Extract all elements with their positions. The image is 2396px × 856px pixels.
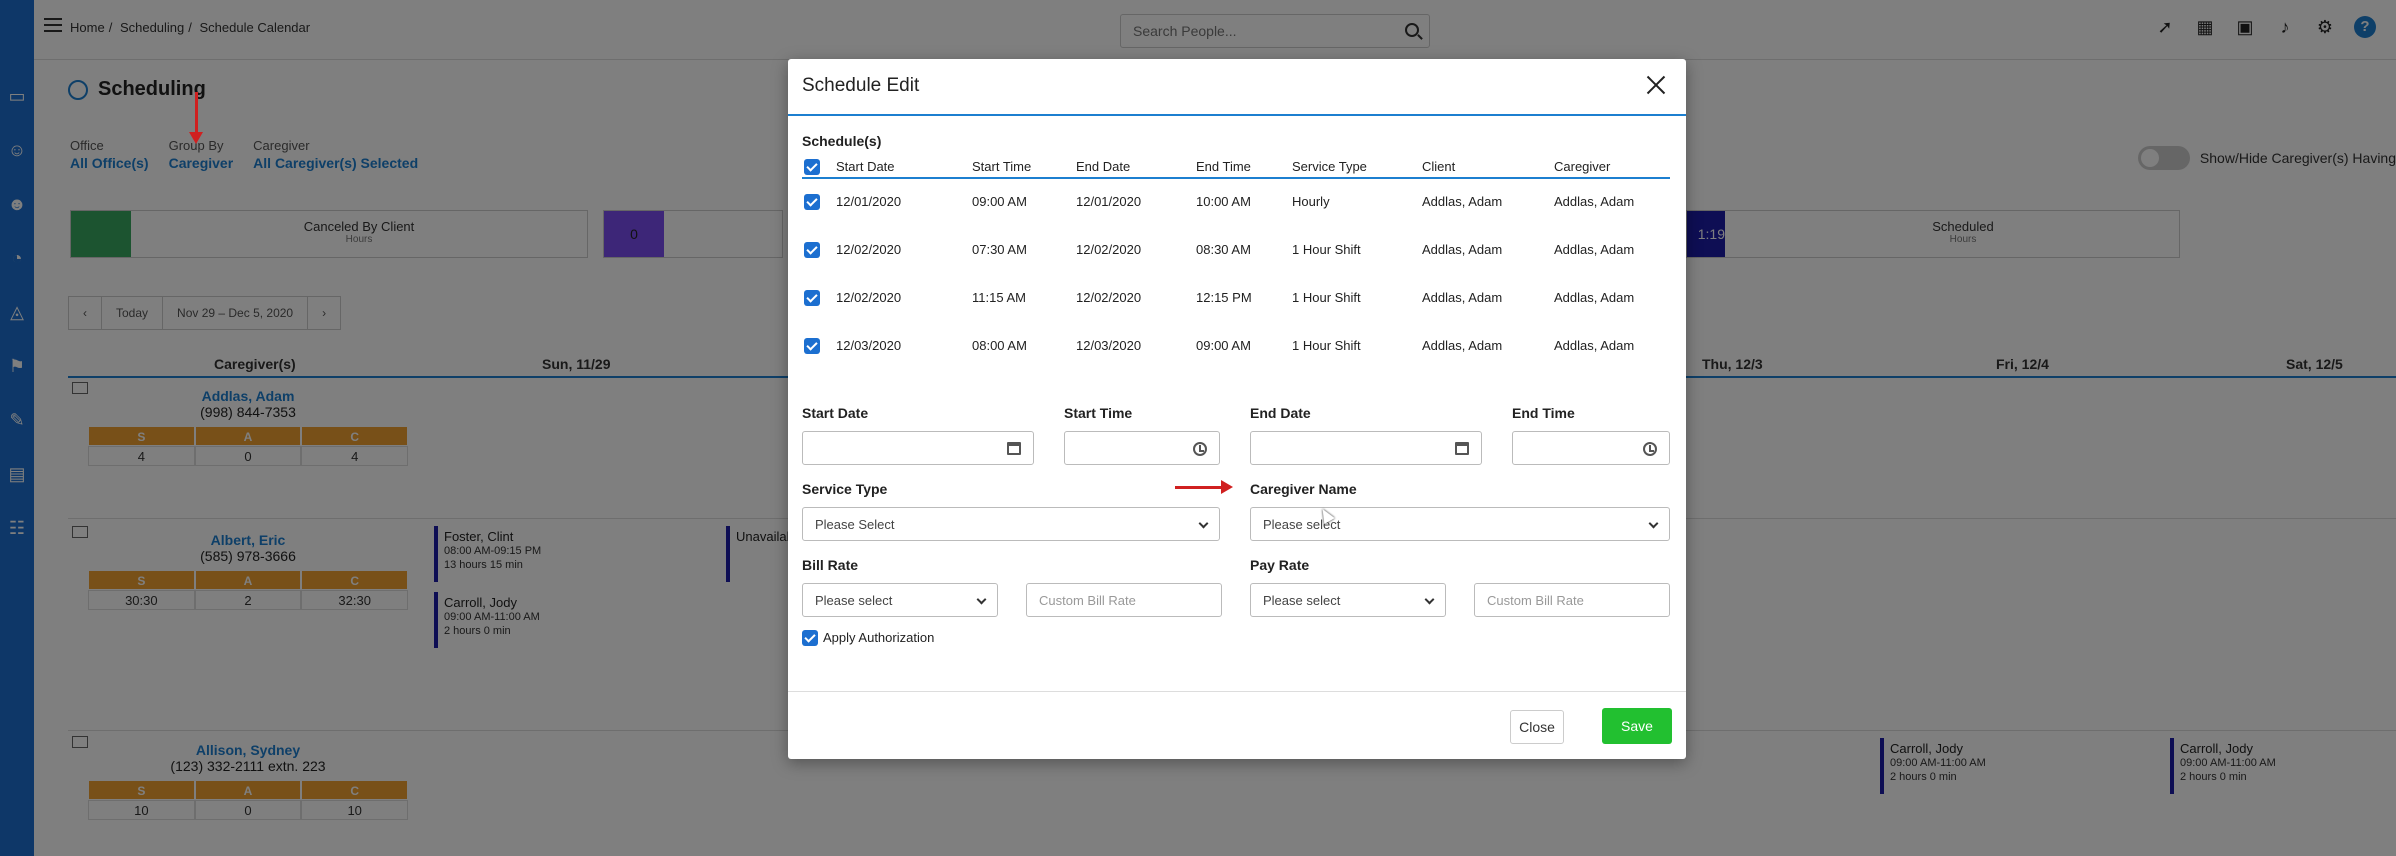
custom-bill-rate-input[interactable]: Custom Bill Rate xyxy=(1026,583,1222,617)
custom-pay-rate-input[interactable]: Custom Bill Rate xyxy=(1474,583,1670,617)
start-date-label: Start Date xyxy=(802,405,869,421)
schedule-edit-modal: Schedule Edit Schedule(s) Start Date Sta… xyxy=(788,59,1686,759)
annotation-arrow xyxy=(1175,480,1233,494)
table-row: 12/03/2020 08:00 AM 12/03/2020 09:00 AM … xyxy=(802,323,1670,371)
start-date-field[interactable] xyxy=(802,431,1034,465)
end-date-label: End Date xyxy=(1250,405,1311,421)
table-row: 12/02/2020 07:30 AM 12/02/2020 08:30 AM … xyxy=(802,227,1670,275)
chevron-down-icon xyxy=(976,594,987,605)
schedules-table: Start Date Start Time End Date End Time … xyxy=(802,155,1670,371)
schedules-label: Schedule(s) xyxy=(802,133,882,149)
caregiver-name-label: Caregiver Name xyxy=(1250,481,1357,497)
close-button[interactable]: Close xyxy=(1510,710,1564,744)
row-checkbox[interactable] xyxy=(804,194,820,210)
bill-rate-label: Bill Rate xyxy=(802,557,859,573)
pay-rate-label: Pay Rate xyxy=(1250,557,1310,573)
clock-icon[interactable] xyxy=(1643,442,1657,456)
table-row: 12/01/2020 09:00 AM 12/01/2020 10:00 AM … xyxy=(802,179,1670,227)
start-time-field[interactable] xyxy=(1064,431,1220,465)
row-checkbox[interactable] xyxy=(804,290,820,306)
chevron-down-icon xyxy=(1424,594,1435,605)
clock-icon[interactable] xyxy=(1193,442,1207,456)
start-time-label: Start Time xyxy=(1064,405,1133,421)
close-icon[interactable] xyxy=(1642,71,1670,99)
end-time-label: End Time xyxy=(1512,405,1575,421)
end-time-field[interactable] xyxy=(1512,431,1670,465)
chevron-down-icon xyxy=(1198,518,1209,529)
caregiver-name-select[interactable]: Please select xyxy=(1250,507,1670,541)
apply-authorization-checkbox[interactable] xyxy=(802,630,818,646)
row-checkbox[interactable] xyxy=(804,242,820,258)
service-type-select[interactable]: Please Select xyxy=(802,507,1220,541)
modal-footer: Close Save xyxy=(788,691,1686,759)
end-date-field[interactable] xyxy=(1250,431,1482,465)
schedules-table-header: Start Date Start Time End Date End Time … xyxy=(802,155,1670,179)
service-type-label: Service Type xyxy=(802,481,888,497)
modal-title: Schedule Edit xyxy=(802,75,920,96)
calendar-icon[interactable] xyxy=(1007,442,1021,455)
modal-header: Schedule Edit xyxy=(788,59,1686,116)
apply-authorization-label: Apply Authorization xyxy=(823,630,935,645)
pay-rate-select[interactable]: Please select xyxy=(1250,583,1446,617)
bill-rate-select[interactable]: Please select xyxy=(802,583,998,617)
calendar-icon[interactable] xyxy=(1455,442,1469,455)
save-button[interactable]: Save xyxy=(1602,708,1672,744)
row-checkbox[interactable] xyxy=(804,338,820,354)
chevron-down-icon xyxy=(1648,518,1659,529)
annotation-arrow xyxy=(189,92,203,144)
select-all-checkbox[interactable] xyxy=(804,159,820,175)
table-row: 12/02/2020 11:15 AM 12/02/2020 12:15 PM … xyxy=(802,275,1670,323)
